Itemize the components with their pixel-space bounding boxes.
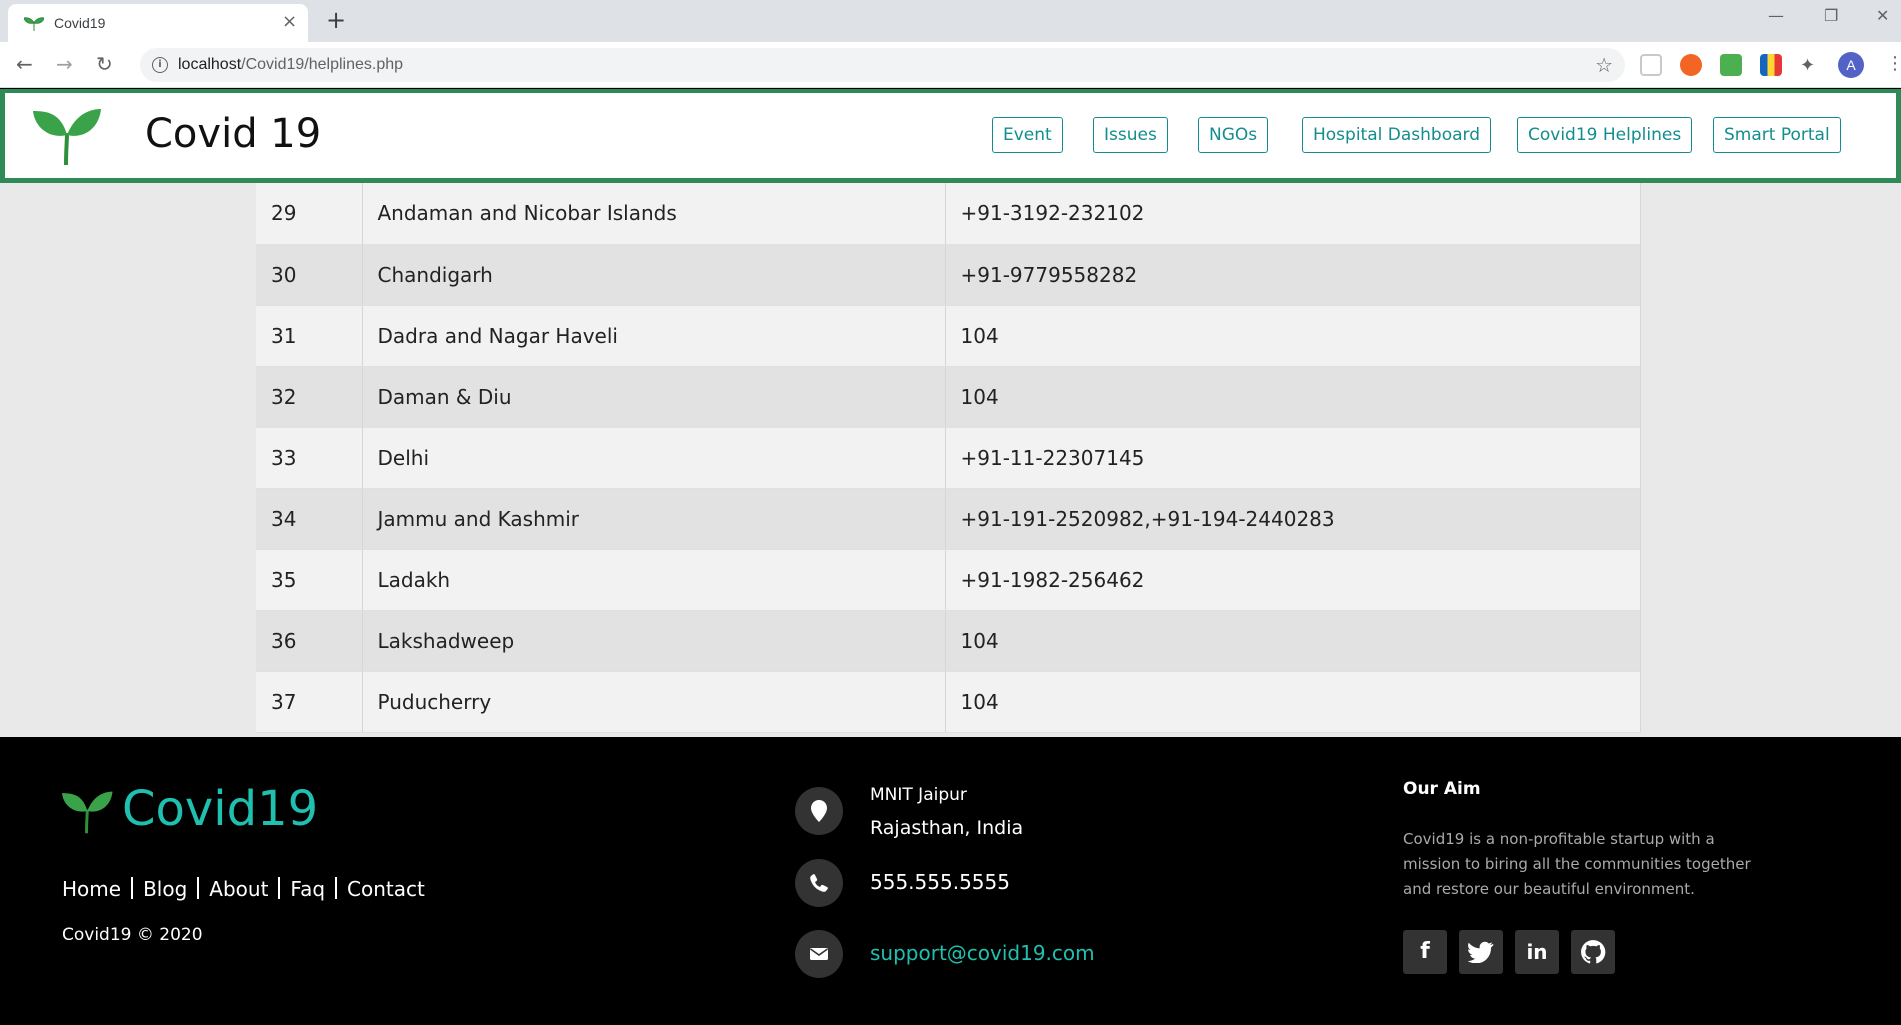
helpline-number: 104 [945,610,1641,672]
row-number: 35 [256,549,363,611]
state-name: Ladakh [362,549,946,611]
table-row: 33 Delhi +91-11-22307145 [256,427,1641,489]
table-row: 35 Ladakh +91-1982-256462 [256,549,1641,611]
github-icon[interactable] [1571,930,1615,974]
state-name: Daman & Diu [362,366,946,428]
location-icon [795,787,843,835]
site-footer: Covid19 Home Blog About Faq Contact Covid19 … [0,737,1901,1025]
close-window-icon[interactable]: ✕ [1876,6,1889,25]
row-number: 36 [256,610,363,672]
row-number: 37 [256,671,363,733]
table-row: 29 Andaman and Nicobar Islands +91-3192-23… [256,183,1641,245]
footer-email-link[interactable]: support@covid19.com [870,941,1095,965]
table-row: 30 Chandigarh +91-9779558282 [256,244,1641,306]
row-number: 31 [256,305,363,367]
extension-icon[interactable] [1760,54,1782,76]
table-row: 37 Puducherry 104 [256,671,1641,733]
link-separator [278,877,281,899]
row-number: 29 [256,183,363,245]
back-icon[interactable]: ← [16,52,33,76]
menu-icon[interactable]: ⋮ [1886,52,1901,76]
address-bar[interactable]: i localhost/Covid19/helplines.php ☆ [140,48,1625,82]
address-line-2: Rajasthan, India [870,817,1024,839]
extension-icon[interactable] [1720,54,1742,76]
helpline-number: 104 [945,366,1641,428]
helpline-number: 104 [945,305,1641,367]
nav-hospital-dashboard[interactable]: Hospital Dashboard [1302,117,1491,153]
restore-icon[interactable]: ❐ [1824,6,1838,25]
leaf-icon [33,109,101,166]
nav-smart-portal[interactable]: Smart Portal [1713,117,1841,153]
row-number: 32 [256,366,363,428]
row-number: 30 [256,244,363,306]
row-number: 34 [256,488,363,550]
footer-link-home[interactable]: Home [62,877,121,901]
tab-close-icon[interactable]: × [282,12,297,32]
table-row: 31 Dadra and Nagar Haveli 104 [256,305,1641,367]
bookmark-star-icon[interactable]: ☆ [1595,53,1613,77]
helpline-number: +91-3192-232102 [945,183,1641,245]
info-icon[interactable]: i [152,57,168,73]
footer-brand: Covid19 [122,781,319,837]
footer-links: Home Blog About Faq Contact [62,877,425,901]
state-name: Chandigarh [362,244,946,306]
helpline-number: +91-1982-256462 [945,549,1641,611]
nav-issues[interactable]: Issues [1093,117,1168,153]
site-title: Covid 19 [145,111,322,157]
forward-icon[interactable]: → [56,52,73,76]
extension-icon[interactable] [1640,54,1662,76]
facebook-icon[interactable]: f [1403,930,1447,974]
twitter-icon[interactable] [1459,930,1503,974]
address-line-1: MNIT Jaipur [870,785,967,805]
avatar-icon[interactable]: A [1838,52,1864,78]
helpline-number: +91-11-22307145 [945,427,1641,489]
state-name: Puducherry [362,671,946,733]
extension-icon[interactable] [1680,54,1702,76]
state-name: Andaman and Nicobar Islands [362,183,946,245]
state-name: Delhi [362,427,946,489]
footer-phone: 555.555.5555 [870,870,1010,894]
email-icon [795,930,843,978]
phone-icon [795,859,843,907]
link-separator [131,877,134,899]
footer-aim-text: Covid19 is a non-profitable startup with… [1403,830,1751,898]
helpline-number: 104 [945,671,1641,733]
helplines-table: 29 Andaman and Nicobar Islands +91-3192-23… [256,183,1641,733]
tab-title: Covid19 [54,15,106,31]
new-tab-button[interactable]: + [326,8,346,32]
url-text[interactable]: localhost/Covid19/helplines.php [178,56,403,74]
extensions-icon[interactable]: ✦ [1800,54,1815,78]
reload-icon[interactable]: ↻ [96,52,113,76]
browser-tabbar: Covid19 × + — ❐ ✕ [0,0,1901,42]
link-separator [197,877,200,899]
helpline-number: +91-191-2520982,+91-194-2440283 [945,488,1641,550]
footer-link-about[interactable]: About [209,877,268,901]
site-header: Covid 19 Event Issues NGOs Hospital Dash… [0,89,1901,183]
browser-toolbar: ← → ↻ i localhost/Covid19/helplines.php … [0,42,1901,88]
browser-tab[interactable]: Covid19 × [8,4,308,42]
footer-link-blog[interactable]: Blog [143,877,187,901]
footer-aim-title: Our Aim [1403,779,1481,799]
table-row: 34 Jammu and Kashmir +91-191-2520982,+91-1… [256,488,1641,550]
row-number: 33 [256,427,363,489]
footer-link-contact[interactable]: Contact [347,877,425,901]
minimize-icon[interactable]: — [1768,6,1784,25]
leaf-icon [24,17,44,31]
state-name: Jammu and Kashmir [362,488,946,550]
link-separator [335,877,338,899]
state-name: Dadra and Nagar Haveli [362,305,946,367]
nav-covid19-helplines[interactable]: Covid19 Helplines [1517,117,1693,153]
footer-copyright: Covid19 © 2020 [62,925,203,945]
linkedin-icon[interactable]: in [1515,930,1559,974]
nav-event[interactable]: Event [992,117,1063,153]
helpline-number: +91-9779558282 [945,244,1641,306]
nav-ngos[interactable]: NGOs [1198,117,1269,153]
state-name: Lakshadweep [362,610,946,672]
page: Covid 19 Event Issues NGOs Hospital Dash… [0,89,1901,1025]
leaf-icon [62,791,113,834]
table-row: 36 Lakshadweep 104 [256,610,1641,672]
table-row: 32 Daman & Diu 104 [256,366,1641,428]
footer-link-faq[interactable]: Faq [290,877,325,901]
